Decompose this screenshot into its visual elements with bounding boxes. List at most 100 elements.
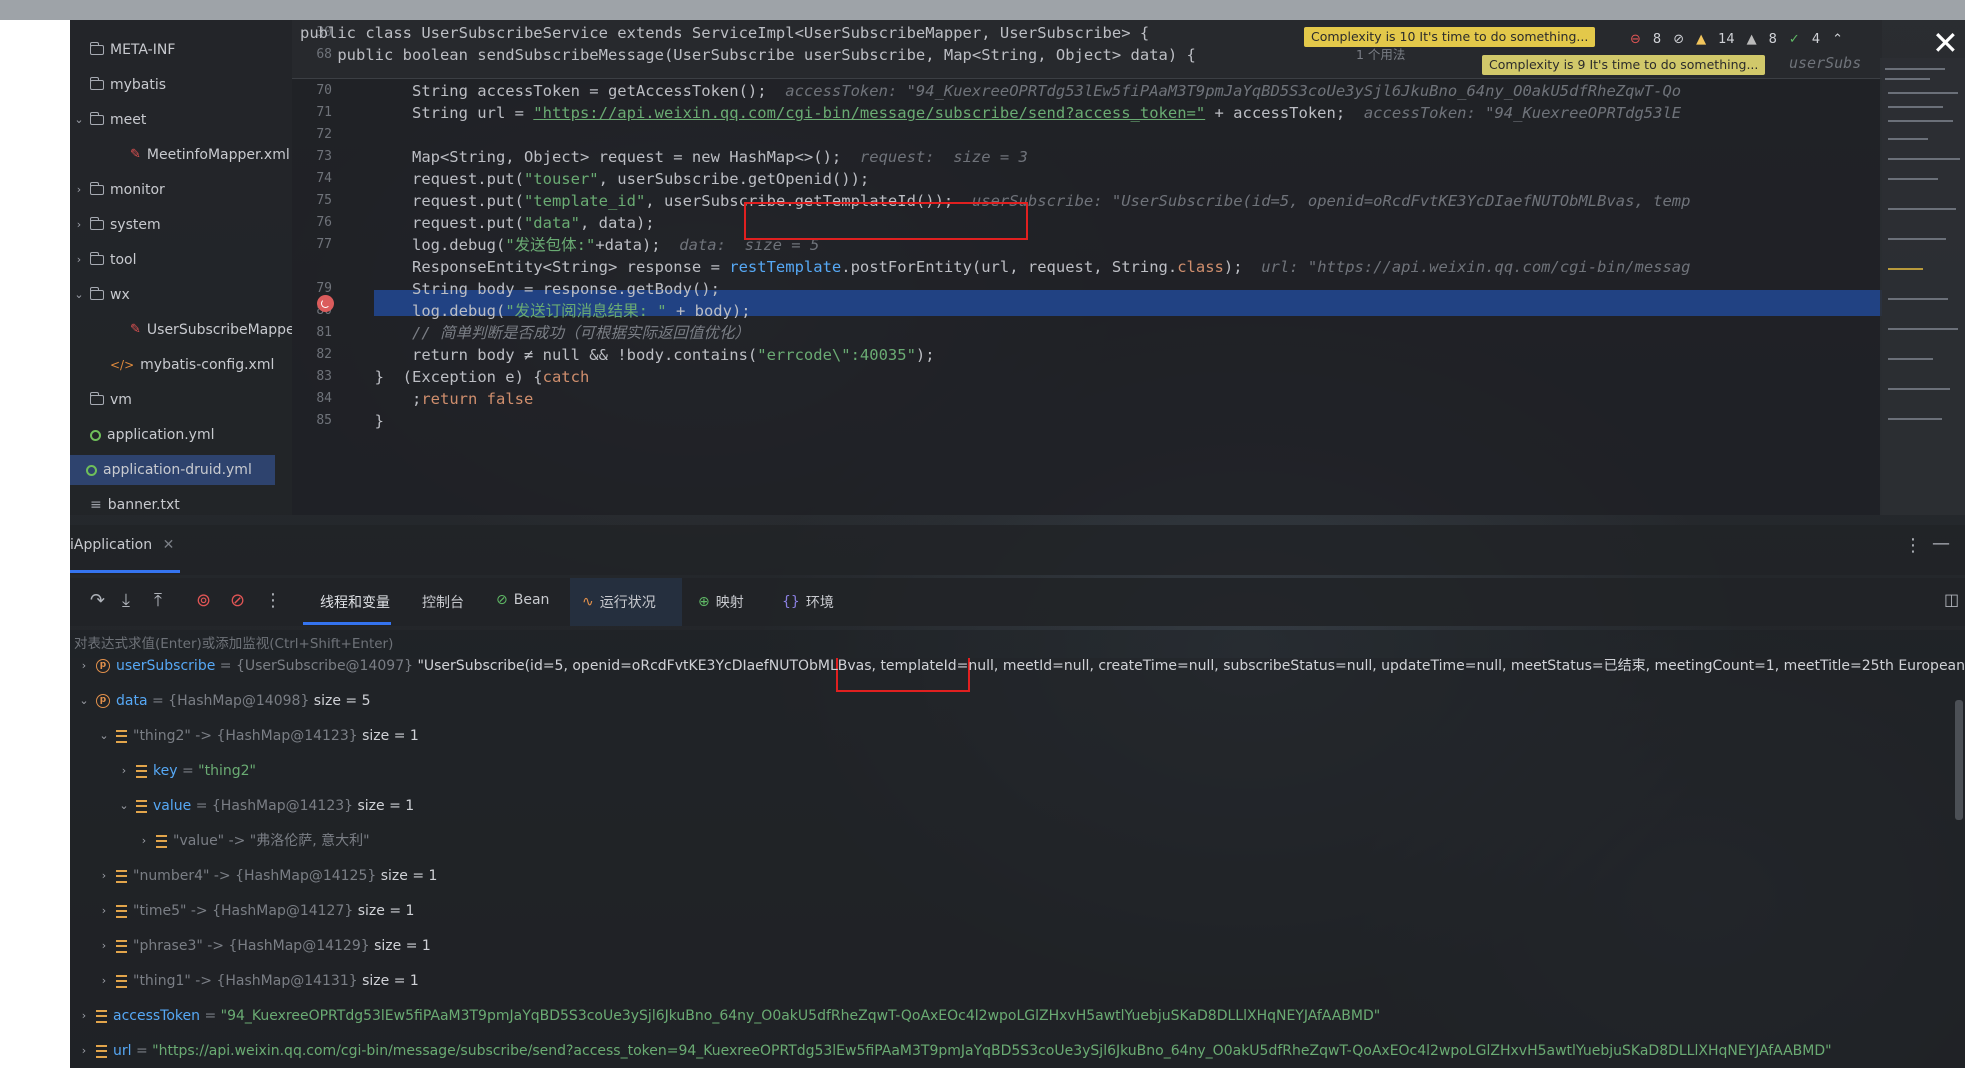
chevron-right-icon[interactable]: › <box>74 175 84 205</box>
tree-item[interactable]: ≡ banner.txt <box>74 490 180 515</box>
tree-item[interactable]: ✎ MeetinfoMapper.xml <box>114 140 290 170</box>
chevron-down-icon[interactable]: ⌄ <box>78 686 90 716</box>
expression-input[interactable]: 对表达式求值(Enter)或添加监视(Ctrl+Shift+Enter) <box>70 630 1965 658</box>
tree-item[interactable]: META-INF <box>74 35 175 65</box>
tree-item[interactable]: vm <box>74 385 132 415</box>
code-text: ); <box>1223 258 1243 276</box>
chevron-down-icon[interactable]: ⌄ <box>118 791 130 821</box>
tab-mappings[interactable]: ⊕ 映射 <box>698 592 744 612</box>
variable-type: = <box>200 1008 221 1024</box>
tree-item[interactable]: </> mybatis-config.xml <box>94 350 274 380</box>
tree-item[interactable]: › tool <box>74 245 137 275</box>
xml-file-icon: ✎ <box>130 147 141 162</box>
variable-row[interactable]: › "value" -> "弗洛伦萨, 意大利" <box>138 826 370 856</box>
variable-row[interactable]: › "time5" -> {HashMap@14127} size = 1 <box>98 896 415 926</box>
variable-row[interactable]: › accessToken = "94_KuexreeOPRTdg53lEw5fi… <box>78 1001 1380 1031</box>
mute-breakpoints-icon[interactable]: ⊘ <box>230 590 245 611</box>
folder-icon <box>89 42 104 55</box>
tree-item[interactable]: ⌄ wx <box>74 280 130 310</box>
step-out-icon[interactable]: ⤒ <box>154 590 162 611</box>
tab-health[interactable]: ∿ 运行状况 <box>582 592 656 612</box>
variable-type: = {UserSubscribe@14097} <box>215 658 418 674</box>
tree-item[interactable]: application.yml <box>74 420 215 450</box>
chevron-right-icon[interactable]: › <box>118 756 130 786</box>
tab-console[interactable]: 控制台 <box>422 592 464 612</box>
line-number: 72 <box>316 127 332 142</box>
tree-item[interactable]: mybatis <box>74 70 166 100</box>
chevron-right-icon[interactable]: › <box>74 210 84 240</box>
tab-environment[interactable]: {} 环境 <box>782 592 834 612</box>
variable-value: size = 5 <box>313 693 371 709</box>
complexity-badge-2[interactable]: Complexity is 9 It's time to do somethin… <box>1482 55 1766 75</box>
variable-row[interactable]: › "number4" -> {HashMap@14125} size = 1 <box>98 861 438 891</box>
chevron-right-icon[interactable]: › <box>98 896 110 926</box>
chevron-right-icon[interactable]: › <box>98 966 110 996</box>
code-keyword: class <box>1177 258 1224 276</box>
variable-text: "thing1" -> {HashMap@14131} size = 1 <box>133 966 419 996</box>
run-config-tab[interactable]: iApplication ✕ <box>70 537 174 553</box>
tree-item[interactable]: ⌄ meet <box>74 105 146 135</box>
chevron-right-icon[interactable]: › <box>78 658 90 681</box>
variable-row[interactable]: › "phrase3" -> {HashMap@14129} size = 1 <box>98 931 431 961</box>
tree-item[interactable]: application-druid.yml <box>70 455 275 485</box>
variable-row[interactable]: ⌄ value = {HashMap@14123} size = 1 <box>118 791 414 821</box>
breakpoint-icon[interactable] <box>317 295 334 312</box>
view-breakpoints-icon[interactable]: ⊚ <box>196 590 211 611</box>
code-text: request.put( <box>300 170 524 188</box>
step-over-icon[interactable]: ↷ <box>90 590 105 611</box>
variable-value: "94_KuexreeOPRTdg53lEw5fiPAaM3T9pmJaYqBD… <box>220 1008 1381 1024</box>
variable-row[interactable]: › p userSubscribe = {UserSubscribe@14097} … <box>78 658 1965 681</box>
chevron-up-icon[interactable]: ⌃ <box>1832 32 1843 47</box>
chevron-right-icon[interactable]: › <box>78 1036 90 1066</box>
variable-row[interactable]: › "thing1" -> {HashMap@14131} size = 1 <box>98 966 419 996</box>
tree-item[interactable]: › monitor <box>74 175 165 205</box>
variables-panel[interactable]: › p userSubscribe = {UserSubscribe@14097} … <box>70 658 1965 1068</box>
more-icon[interactable]: ⋮ <box>264 590 282 611</box>
layout-icon[interactable]: ◫ <box>1944 590 1959 609</box>
chevron-right-icon[interactable]: › <box>138 826 150 856</box>
tab-threads-variables[interactable]: 线程和变量 <box>320 592 390 612</box>
code-string: "template_id" <box>523 192 646 210</box>
vertical-scrollbar[interactable] <box>1955 700 1963 820</box>
variable-row[interactable]: ⌄ "thing2" -> {HashMap@14123} size = 1 <box>98 721 418 751</box>
left-margin <box>0 20 70 1068</box>
minimap[interactable] <box>1880 58 1965 515</box>
variable-value: size = 1 <box>374 938 431 954</box>
variable-type: = {HashMap@14123} <box>191 798 358 814</box>
variable-value: "https://api.weixin.qq.com/cgi-bin/messa… <box>152 1043 1832 1059</box>
code-editor[interactable]: 70 String accessToken = getAccessToken()… <box>292 20 1882 515</box>
chevron-right-icon[interactable]: › <box>74 245 84 275</box>
variable-name: data <box>116 693 148 709</box>
variable-row[interactable]: › key = "thing2" <box>118 756 256 786</box>
chevron-down-icon[interactable]: ⌄ <box>74 280 84 310</box>
error-count: 8 <box>1652 32 1662 47</box>
project-tree: META-INF mybatis ⌄ meet ✎ MeetinfoMapper.xml ›… <box>70 20 292 515</box>
variable-row[interactable]: › url = "https://api.weixin.qq.com/cgi-bi… <box>78 1036 1832 1066</box>
minimize-icon[interactable]: — <box>1932 533 1950 554</box>
chevron-down-icon[interactable]: ⌄ <box>98 721 110 751</box>
chevron-down-icon[interactable]: ⌄ <box>74 105 84 135</box>
variable-name: url <box>113 1043 132 1059</box>
close-tab-icon[interactable]: ✕ <box>163 537 175 553</box>
variable-value: "thing2" <box>198 763 256 779</box>
tree-item[interactable]: › system <box>74 210 161 240</box>
variable-value: size = 1 <box>357 903 415 919</box>
chevron-right-icon[interactable]: › <box>78 1001 90 1031</box>
inspection-status[interactable]: ⊖ 8 ⊘ ▲ 14 ▲ 8 ✓ 4 ⌃ <box>1630 32 1843 47</box>
tree-item-label: application.yml <box>107 427 215 443</box>
code-text: String url = <box>300 104 534 122</box>
variable-value: size = 1 <box>380 868 438 884</box>
tree-item[interactable]: ✎ UserSubscribeMapper. <box>114 315 292 345</box>
variable-row[interactable]: ⌄ p data = {HashMap@14098} size = 5 <box>78 686 370 716</box>
bean-icon: ⊘ <box>496 592 508 608</box>
environment-label: 环境 <box>805 595 834 611</box>
step-into-icon[interactable]: ⤓ <box>122 590 130 611</box>
inline-debug-value: request: size = 3 <box>841 148 1028 166</box>
more-options-icon[interactable]: ⋮ <box>1904 535 1922 556</box>
tab-bean[interactable]: ⊘ Bean <box>496 592 549 608</box>
close-icon[interactable]: ✕ <box>1932 27 1959 59</box>
chevron-right-icon[interactable]: › <box>98 931 110 961</box>
tree-item-label: wx <box>110 287 130 303</box>
chevron-right-icon[interactable]: › <box>98 861 110 891</box>
complexity-badge[interactable]: Complexity is 10 It's time to do somethi… <box>1304 27 1596 47</box>
